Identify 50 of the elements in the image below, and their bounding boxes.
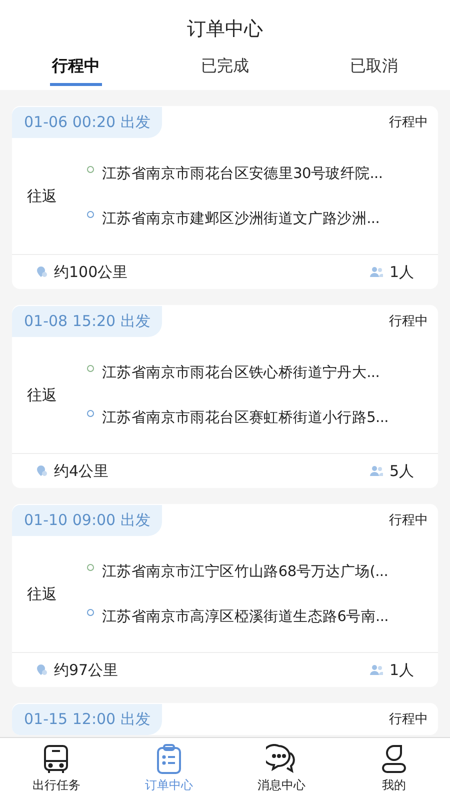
distance: 约97公里 [54,660,118,680]
chat-bubbles-icon [266,744,296,774]
location-pin-icon [36,465,48,477]
address: 江苏省南京市江宁区竹山路68号万达广场(... [102,562,388,581]
departure-time: 01-08 15:20 出发 [12,306,162,336]
order-status: 行程中 [389,313,428,330]
address: 江苏省南京市高淳区椏溪街道生态路6号南... [102,608,388,626]
departure-time: 01-10 09:00 出发 [12,504,162,536]
page-title: 订单中心 [186,17,264,42]
order-card[interactable]: 01-08 15:20 出发 行程中 往返 江苏省南京市雨花台区铁心桥街道宁丹大... 江苏省南京市雨花台区赛虹桥街道小行路5... 约4公里 5人 [12,305,438,488]
location-pin-icon [36,266,48,278]
departure-time: 01-06 00:20 出发 [12,106,162,138]
location-dot-icon [87,564,94,571]
order-card[interactable]: 01-15 12:00 出发 行程中 [12,703,438,735]
location-dot-icon [87,211,94,218]
people-icon [370,465,384,477]
tab[interactable]: 已完成 [199,48,251,86]
distance: 约100公里 [54,262,128,282]
location-dot-icon [87,166,94,173]
passenger-count: 1人 [389,262,414,282]
address: 江苏省南京市雨花台区赛虹桥街道小行路5... [102,408,388,427]
order-status: 行程中 [389,114,428,131]
bus-icon [42,744,70,774]
address: 江苏省南京市雨花台区铁心桥街道宁丹大... [102,364,380,382]
order-status: 行程中 [389,512,428,529]
trip-type: 往返 [26,584,58,604]
tab[interactable]: 已取消 [348,48,400,86]
location-pin-icon [36,664,48,676]
trip-type: 往返 [26,386,58,404]
nav-tab[interactable]: 消息中心 [241,744,322,794]
nav-tab[interactable]: 出行任务 [16,744,96,794]
order-status: 行程中 [389,711,428,728]
address: 江苏省南京市建邺区沙洲街道文广路沙洲... [102,210,380,228]
order-card[interactable]: 01-10 09:00 出发 行程中 往返 江苏省南京市江宁区竹山路68号万达广场(... 江苏省南京市高淳区椏溪街道生态路6号南... 约97公里 1人 [12,504,438,687]
passenger-count: 5人 [389,462,414,480]
user-icon [380,744,408,774]
clipboard-icon [154,744,183,774]
address: 江苏省南京市雨花台区安德里30号玻纤院... [102,164,383,183]
passenger-count: 1人 [389,660,414,680]
order-card[interactable]: 01-06 00:20 出发 行程中 往返 江苏省南京市雨花台区安德里30号玻纤院... 江苏省南京市建邺区沙洲街道文广路沙洲... 约100公里 1人 [12,106,438,289]
tab[interactable]: 行程中 [50,48,102,86]
people-icon [370,266,384,278]
trip-type: 往返 [26,186,58,206]
location-dot-icon [87,410,94,417]
distance: 约4公里 [54,462,109,480]
departure-time: 01-15 12:00 出发 [12,704,162,734]
location-dot-icon [87,609,94,616]
location-dot-icon [87,365,94,372]
nav-tab[interactable]: 我的 [354,744,434,794]
people-icon [370,664,384,676]
